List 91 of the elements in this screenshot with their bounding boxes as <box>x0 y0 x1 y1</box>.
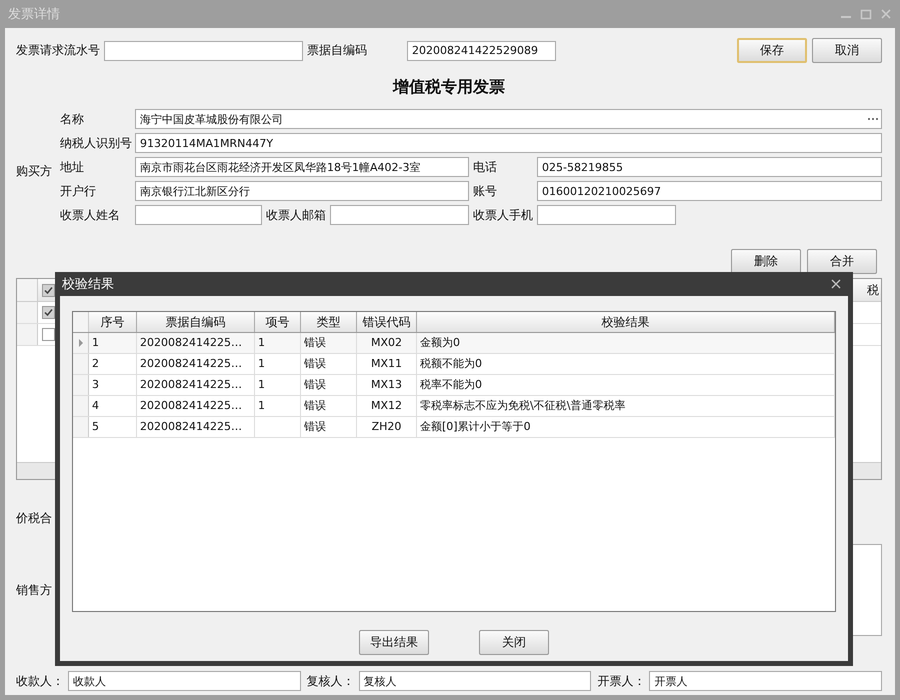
table-cell: 2020082414225… <box>140 378 242 391</box>
column-header: 项号 <box>255 312 301 332</box>
table-cell: ZH20 <box>372 420 402 433</box>
table-cell: MX12 <box>370 399 402 412</box>
table-cell: 1 <box>258 336 265 349</box>
table-cell: 税额不能为0 <box>420 357 482 370</box>
dialog-button[interactable]: 导出结果 <box>359 630 429 655</box>
column-header: 校验结果 <box>417 312 835 332</box>
input-field[interactable]: 01600120210025697 <box>537 181 882 201</box>
field-label: 纳税人识别号 <box>60 134 133 152</box>
field-label: 价税合 <box>16 511 52 525</box>
table-row[interactable]: 3 2020082414225… 1 错误 MX13 税率不能为0 <box>73 375 835 396</box>
table-cell: 零税率标志不应为免税\不征税\普通零税率 <box>420 399 626 412</box>
field-label: 地址 <box>60 158 85 176</box>
field-label: 销售方 <box>16 582 52 598</box>
input-field[interactable]: 海宁中国皮革城股份有限公司 <box>135 109 882 129</box>
field-label: 收票人邮箱 <box>266 206 327 224</box>
table-cell: 2020082414225… <box>140 357 242 370</box>
table-cell: 金额[0]累计小于等于0 <box>420 420 531 433</box>
text-area[interactable] <box>852 544 882 636</box>
column-header: 税 <box>867 282 880 298</box>
table-row[interactable]: 5 2020082414225… 错误 ZH20 金额[0]累计小于等于0 <box>73 417 835 438</box>
table-button[interactable]: 合并 <box>807 249 877 274</box>
table-cell: 错误 <box>304 357 326 370</box>
table-cell: 4 <box>92 399 99 412</box>
table-cell: 1 <box>258 399 265 412</box>
field-label: 收票人手机 <box>473 206 534 224</box>
section-label: 购买方 <box>16 163 52 180</box>
table-cell: 错误 <box>304 378 326 391</box>
input-field[interactable] <box>135 205 262 225</box>
table-row[interactable]: 4 2020082414225… 1 错误 MX12 零税率标志不应为免税\不征税\普通零税率 <box>73 396 835 417</box>
field-label: 开票人： <box>597 672 646 690</box>
table-cell: 1 <box>258 357 265 370</box>
input-field[interactable] <box>537 205 676 225</box>
input-field[interactable]: 91320114MA1MRN447Y <box>135 133 882 153</box>
check-icon <box>44 286 53 294</box>
table-cell: MX11 <box>370 357 402 370</box>
toolbar-button[interactable]: 保存 <box>737 38 807 63</box>
table-cell: 金额为0 <box>420 336 460 349</box>
column-header: 序号 <box>89 312 137 332</box>
field-label: 收票人姓名 <box>60 206 121 224</box>
input-field[interactable]: 202008241422529089 <box>407 40 556 60</box>
table-cell: 2020082414225… <box>140 399 242 412</box>
table-cell: 2 <box>92 357 99 370</box>
window-title: 发票详情 <box>8 6 60 23</box>
dialog-button[interactable]: 关闭 <box>479 630 549 655</box>
table-cell: 1 <box>92 336 99 349</box>
check-icon <box>44 308 53 317</box>
table-row[interactable]: 2 2020082414225… 1 错误 MX11 税额不能为0 <box>73 354 835 375</box>
table-row[interactable]: 1 2020082414225… 1 错误 MX02 金额为0 <box>73 333 835 354</box>
table-button[interactable]: 删除 <box>731 249 801 274</box>
checkbox[interactable] <box>42 328 55 341</box>
table-cell: 错误 <box>304 336 326 349</box>
more-icon[interactable] <box>867 117 879 121</box>
input-field[interactable] <box>330 205 469 225</box>
field-label: 发票请求流水号 <box>16 42 101 59</box>
row-pointer-icon <box>78 339 84 347</box>
input-field[interactable] <box>104 40 303 60</box>
maximize-icon[interactable] <box>860 8 872 20</box>
input-field[interactable]: 复核人 <box>358 671 592 691</box>
column-header: 类型 <box>301 312 357 332</box>
table-cell: 5 <box>92 420 99 433</box>
dialog-title: 校验结果 <box>62 276 114 293</box>
column-header: 票据自编码 <box>137 312 255 332</box>
input-field[interactable]: 南京银行江北新区分行 <box>135 181 469 201</box>
table-cell: 税率不能为0 <box>420 378 482 391</box>
field-label: 开户行 <box>60 182 97 200</box>
toolbar-button[interactable]: 取消 <box>812 38 882 63</box>
invoice-title: 增值税专用发票 <box>392 76 506 98</box>
checkbox[interactable] <box>42 284 55 296</box>
close-icon[interactable] <box>831 279 841 289</box>
table-cell: 2020082414225… <box>140 420 242 433</box>
table-cell: 错误 <box>304 399 326 412</box>
input-field[interactable]: 开票人 <box>649 671 882 691</box>
field-label: 名称 <box>60 110 85 128</box>
field-label: 账号 <box>473 182 498 200</box>
input-field[interactable]: 收款人 <box>68 671 301 691</box>
table-cell: 错误 <box>304 420 326 433</box>
table-cell: 2020082414225… <box>140 336 242 349</box>
column-header: 错误代码 <box>357 312 417 332</box>
field-label: 收款人： <box>16 672 65 690</box>
field-label: 复核人： <box>306 672 356 690</box>
field-label: 票据自编码 <box>307 42 368 59</box>
field-label: 电话 <box>473 158 498 176</box>
table-cell: MX02 <box>370 336 402 349</box>
input-field[interactable]: 025-58219855 <box>537 157 882 177</box>
table-cell: 3 <box>92 378 99 391</box>
table-cell: MX13 <box>370 378 402 391</box>
input-field[interactable]: 南京市雨花台区雨花经济开发区凤华路18号1幢A402-3室 <box>135 157 469 177</box>
table-cell: 1 <box>258 378 265 391</box>
checkbox[interactable] <box>42 306 55 319</box>
